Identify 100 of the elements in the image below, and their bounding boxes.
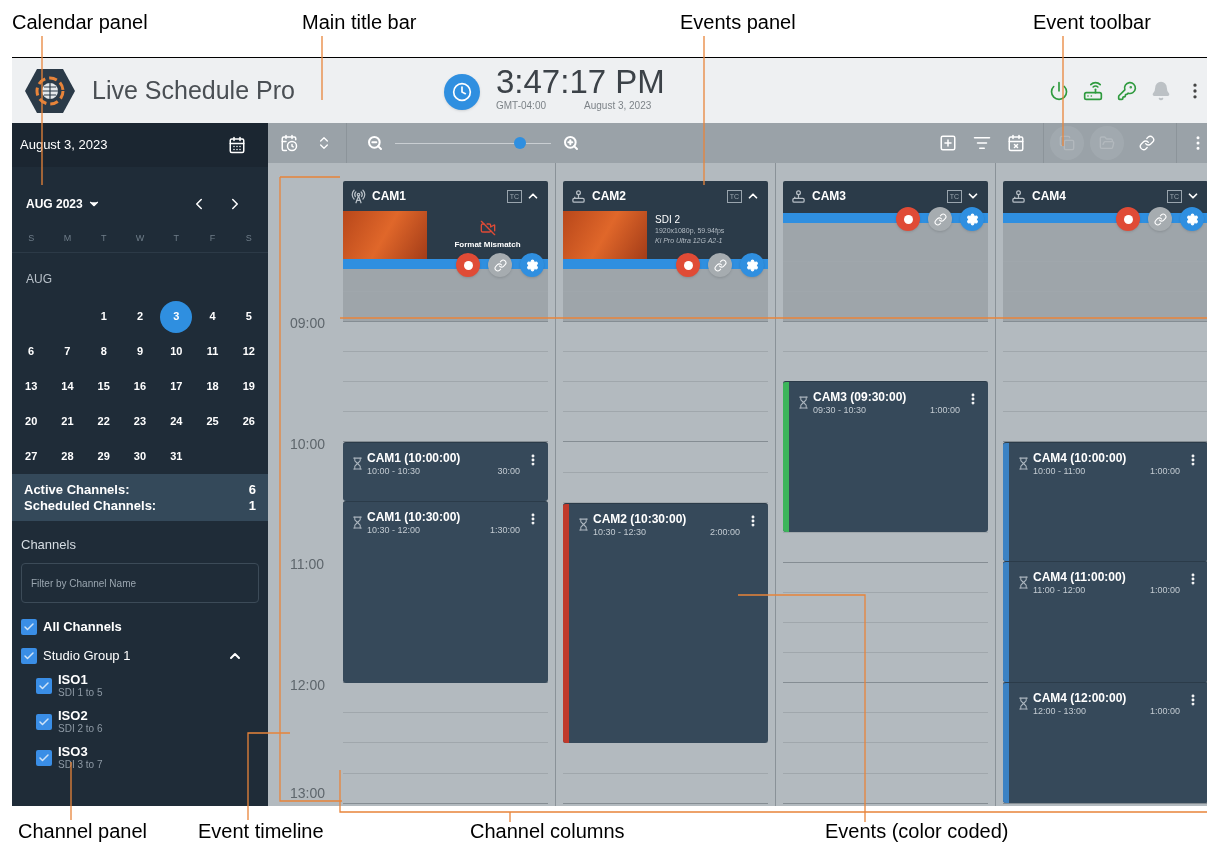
checkbox[interactable] (36, 714, 52, 730)
joystick-icon (791, 188, 806, 204)
month-label: AUG (25, 271, 53, 288)
calendar-icon[interactable] (228, 136, 246, 154)
app-title: Live Schedule Pro (92, 74, 295, 106)
link-icon (933, 212, 947, 226)
weekday-label: T (100, 231, 107, 245)
router-icon[interactable] (1083, 80, 1103, 101)
link-icon (713, 258, 727, 272)
calendar-day[interactable]: 18 (196, 370, 229, 403)
callout-label: Calendar panel (12, 10, 148, 35)
calendar-day[interactable]: 10 (160, 335, 193, 368)
calendar-day[interactable]: 9 (124, 335, 156, 368)
calendar-day[interactable]: 13 (15, 370, 48, 403)
calendar-day[interactable]: 23 (124, 405, 156, 438)
calendar-day[interactable]: 7 (51, 335, 84, 368)
antenna-icon (351, 188, 366, 204)
power-icon[interactable] (1049, 80, 1069, 101)
hourglass-icon (351, 457, 364, 470)
calendar-day[interactable]: 30 (124, 440, 156, 473)
event-card[interactable]: CAM1 (10:00:00) 10:00 - 10:30 30:00 (343, 442, 548, 501)
calendar-day[interactable]: 11 (196, 335, 229, 368)
channel-source: SDI 1 to 5 (58, 686, 103, 699)
link-button[interactable] (1148, 207, 1172, 231)
record-button[interactable] (1116, 207, 1140, 231)
event-title: CAM3 (09:30:00) (813, 390, 908, 404)
calendar-day[interactable]: 26 (232, 405, 265, 438)
month-picker[interactable]: AUG 2023 (26, 195, 101, 213)
callout-label: Event toolbar (1033, 10, 1151, 35)
link-icon (1139, 135, 1155, 151)
clock-icon[interactable] (444, 74, 480, 110)
channel-name: ISO2 (58, 709, 89, 722)
calendar-day[interactable]: 4 (196, 300, 229, 333)
group-label: Studio Group 1 (43, 647, 131, 666)
event-title: CAM4 (11:00:00) (1033, 570, 1127, 584)
calendar-day[interactable]: 21 (51, 405, 84, 438)
clock-date: August 3, 2023 (584, 100, 652, 112)
hour-label: 10:00 (290, 434, 326, 454)
hour-label: 11:00 (290, 555, 324, 574)
stat-value: 1 (248, 497, 256, 514)
settings-button[interactable] (1180, 207, 1204, 231)
calendar-day[interactable]: 22 (87, 405, 120, 438)
settings-button[interactable] (960, 207, 984, 231)
hour-label: 13:00 (290, 784, 326, 803)
event-card[interactable]: CAM4 (12:00:00) 12:00 - 13:00 1:00:00 (1003, 682, 1207, 803)
calendar-day[interactable]: 27 (15, 440, 48, 473)
hourglass-icon (797, 396, 810, 409)
calendar-day[interactable]: 2 (124, 300, 156, 333)
calendar-day[interactable]: 6 (15, 335, 48, 368)
event-card[interactable]: CAM3 (09:30:00) 09:30 - 10:30 1:00:00 (783, 381, 988, 532)
calendar-sync-icon[interactable] (280, 134, 298, 152)
timezone-label: GMT-04:00 (496, 100, 547, 112)
event-duration: 2:00:00 (709, 526, 740, 538)
callout-label: Main title bar (302, 10, 417, 35)
leader-line (70, 761, 72, 821)
channel-label: All Channels (43, 618, 122, 637)
leader-line (321, 35, 323, 101)
link-icon (1153, 212, 1167, 226)
calendar-day[interactable]: 14 (51, 370, 84, 403)
calendar-day[interactable]: 8 (87, 335, 120, 368)
checkbox[interactable] (21, 648, 37, 664)
checkbox[interactable] (21, 619, 37, 635)
calendar-day[interactable]: 1 (87, 300, 120, 333)
event-card[interactable]: CAM1 (10:30:00) 10:30 - 12:00 1:30:00 (343, 501, 548, 683)
gear-icon (745, 258, 759, 272)
event-card[interactable]: CAM4 (11:00:00) 11:00 - 12:00 1:00:00 (1003, 561, 1207, 682)
event-time-range: 09:30 - 10:30 (813, 404, 867, 416)
calendar-day[interactable]: 24 (160, 405, 193, 438)
event-card[interactable]: CAM4 (10:00:00) 10:00 - 11:00 1:00:00 (1003, 442, 1207, 561)
key-icon[interactable] (1117, 80, 1137, 101)
record-button[interactable] (896, 207, 920, 231)
link-button[interactable] (928, 207, 952, 231)
zoom-in-icon[interactable] (563, 135, 579, 151)
filter-icon[interactable] (973, 134, 991, 152)
checkbox[interactable] (36, 678, 52, 694)
calendar-day[interactable]: 25 (196, 405, 229, 438)
calendar-day[interactable]: 5 (232, 300, 265, 333)
add-event-icon[interactable] (939, 134, 957, 152)
checkbox[interactable] (36, 750, 52, 766)
zoom-slider[interactable] (395, 137, 551, 149)
calendar-day[interactable]: 28 (51, 440, 84, 473)
calendar-day[interactable]: 16 (124, 370, 156, 403)
zoom-out-icon[interactable] (367, 135, 383, 151)
calendar-day[interactable]: 20 (15, 405, 48, 438)
event-card[interactable]: CAM2 (10:30:00) 10:30 - 12:30 2:00:00 (563, 503, 768, 743)
weekday-label: S (245, 231, 252, 245)
copy-icon (1059, 135, 1075, 151)
calendar-day[interactable]: 19 (232, 370, 265, 403)
calendar-day[interactable]: 12 (232, 335, 265, 368)
event-duration: 1:00:00 (1149, 584, 1180, 596)
event-time-range: 10:30 - 12:00 (367, 524, 421, 536)
zoom-slider-thumb[interactable] (513, 137, 526, 149)
calendar-day[interactable]: 17 (160, 370, 193, 403)
filter-field[interactable]: Filter by Channel Name (21, 563, 259, 603)
event-time-range: 10:30 - 12:30 (593, 526, 647, 538)
stat-value: 6 (248, 481, 256, 498)
calendar-day[interactable]: 29 (87, 440, 120, 473)
calendar-day[interactable]: 31 (160, 440, 193, 473)
clear-calendar-icon[interactable] (1007, 134, 1025, 152)
calendar-day[interactable]: 15 (87, 370, 120, 403)
